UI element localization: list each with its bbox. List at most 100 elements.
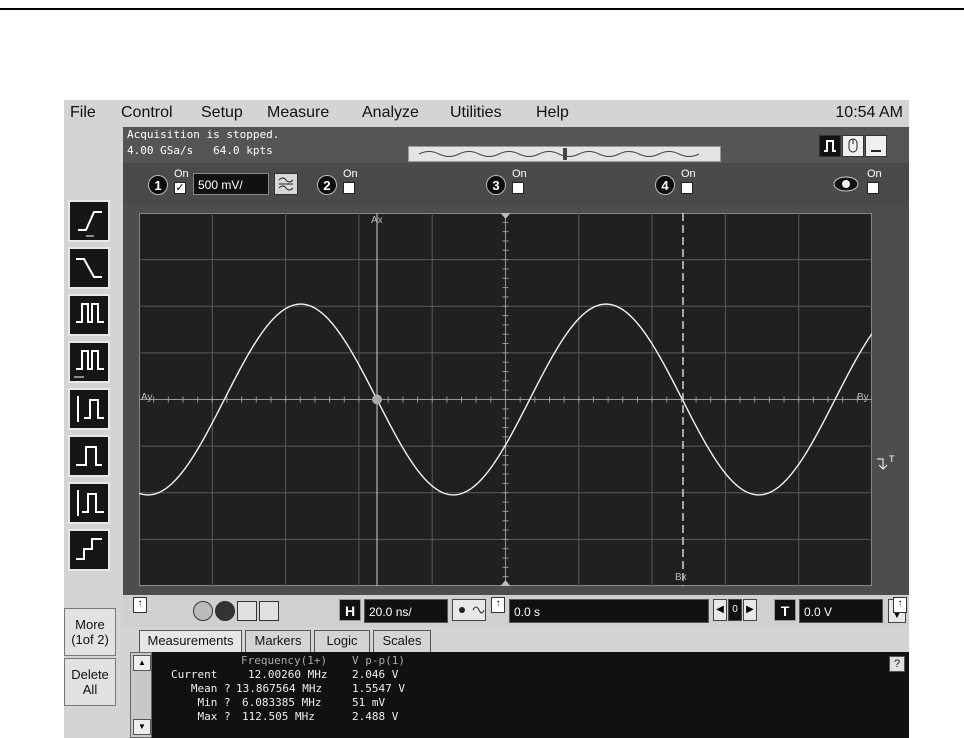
runt-trigger-button[interactable] bbox=[68, 435, 110, 477]
vpp-value: 1.5547 V bbox=[352, 682, 405, 695]
marker-ay-label: Ay bbox=[141, 392, 153, 403]
channel-1-badge[interactable]: 1 bbox=[148, 175, 168, 195]
row-label: Mean ? bbox=[171, 682, 231, 695]
sample-rate: 4.00 GSa/s 64.0 kpts bbox=[127, 144, 273, 157]
math-channel-on-label: On bbox=[867, 168, 882, 180]
menu-setup[interactable]: Setup bbox=[201, 104, 243, 122]
setup-hold-trigger-button[interactable] bbox=[68, 388, 110, 430]
glitch-icon bbox=[76, 303, 104, 323]
menu-utilities[interactable]: Utilities bbox=[450, 104, 502, 122]
menu-measure[interactable]: Measure bbox=[267, 104, 329, 122]
row-label: Min ? bbox=[171, 696, 231, 709]
tab-logic[interactable]: Logic bbox=[314, 630, 370, 652]
acquisition-state: Acquisition is stopped. bbox=[127, 128, 280, 141]
run-mode-icon bbox=[824, 140, 836, 152]
math-channel-checkbox[interactable] bbox=[867, 182, 879, 194]
trigger-position-bottom-marker bbox=[500, 580, 511, 586]
waveform-display[interactable]: Ax Ay Bx By bbox=[138, 212, 873, 587]
tab-markers[interactable]: Markers bbox=[245, 630, 311, 652]
mouse-icon bbox=[848, 138, 858, 153]
vpp-value: 2.046 V bbox=[352, 668, 399, 681]
timeout-icon bbox=[77, 490, 104, 516]
transition-trigger-button[interactable] bbox=[68, 529, 110, 571]
menu-file[interactable]: File bbox=[70, 104, 96, 122]
sine-adjust-icon bbox=[459, 606, 485, 614]
marker-ax-label: Ax bbox=[371, 215, 383, 226]
frequency-value: 12.00260 MHz bbox=[248, 668, 328, 681]
mouse-mode-button[interactable] bbox=[842, 135, 864, 157]
minimize-icon bbox=[871, 150, 881, 152]
marker-bx-label: Bx bbox=[675, 572, 687, 583]
glitch-trigger-button[interactable] bbox=[68, 294, 110, 336]
channel-2-badge[interactable]: 2 bbox=[317, 175, 337, 195]
print-icon[interactable] bbox=[259, 601, 279, 621]
rising-edge-icon bbox=[78, 211, 102, 237]
scroll-up-mid-icon[interactable]: ↑ bbox=[491, 597, 505, 613]
marker-a-point bbox=[372, 394, 382, 405]
minimize-button[interactable] bbox=[865, 135, 887, 157]
trigger-toolbar: More (1of 2) Delete All bbox=[64, 127, 123, 738]
scroll-down-arrow[interactable]: ▼ bbox=[133, 719, 151, 735]
help-button[interactable]: ? bbox=[889, 656, 905, 672]
horizontal-controls: ↑ H 20.0 ns/ ↑ 0.0 s ◀ 0 ▶ T 0.0 V ▲▼ bbox=[123, 595, 909, 627]
timeout-trigger-button[interactable] bbox=[68, 482, 110, 524]
scroll-up-left-icon[interactable]: ↑ bbox=[133, 597, 147, 613]
stop-indicator-icon[interactable] bbox=[215, 601, 235, 621]
pulse-width-trigger-button[interactable] bbox=[68, 341, 110, 383]
edge-falling-trigger-button[interactable] bbox=[68, 247, 110, 289]
oscilloscope-app: File Control Setup Measure Analyze Utili… bbox=[64, 100, 909, 738]
timebase-field[interactable]: 20.0 ns/ bbox=[364, 599, 448, 623]
channel-1-on-label: On bbox=[174, 168, 189, 180]
horizontal-icon[interactable]: H bbox=[339, 599, 361, 621]
vpp-value: 2.488 V bbox=[352, 710, 399, 723]
run-mode-button[interactable] bbox=[819, 135, 841, 157]
delay-center-button[interactable]: 0 bbox=[728, 599, 742, 621]
run-indicator-icon[interactable] bbox=[193, 601, 213, 621]
trigger-position-top-marker bbox=[500, 213, 511, 219]
frequency-value: 6.083385 MHz bbox=[242, 696, 322, 709]
menu-control[interactable]: Control bbox=[121, 104, 173, 122]
pulse-width-icon bbox=[74, 350, 104, 378]
marker-by-label: By bbox=[857, 392, 869, 403]
row-label: Current bbox=[171, 668, 231, 681]
measurements-scrollbar[interactable]: ▲ ▼ bbox=[130, 652, 152, 738]
channel-1-scale[interactable]: 500 mV/ bbox=[193, 173, 269, 195]
vpp-value: 51 mV bbox=[352, 696, 386, 709]
measurements-panel: Frequency(1+) V p-p(1) Current 12.00260 … bbox=[130, 652, 909, 738]
frequency-value: 13.867564 MHz bbox=[236, 682, 323, 695]
delay-field[interactable]: 0.0 s bbox=[509, 599, 709, 623]
delete-all-button[interactable]: Delete All bbox=[64, 658, 116, 706]
timebase-adjust-button[interactable] bbox=[452, 599, 486, 621]
channel-1-coupling-button[interactable] bbox=[274, 173, 298, 195]
edge-rising-trigger-button[interactable] bbox=[68, 200, 110, 242]
trigger-level-marker-icon: T bbox=[873, 453, 903, 473]
falling-edge-icon bbox=[76, 258, 102, 278]
frequency-value: 112.505 MHz bbox=[242, 710, 315, 723]
single-acquire-icon[interactable] bbox=[237, 601, 257, 621]
svg-text:T: T bbox=[889, 454, 895, 464]
channel-3-badge[interactable]: 3 bbox=[486, 175, 506, 195]
more-button[interactable]: More (1of 2) bbox=[64, 608, 116, 656]
channel-2-on-label: On bbox=[343, 168, 358, 180]
scroll-up-arrow[interactable]: ▲ bbox=[133, 655, 151, 671]
trigger-icon[interactable]: T bbox=[774, 599, 796, 621]
delay-left-arrow[interactable]: ◀ bbox=[713, 599, 727, 621]
tab-scales[interactable]: Scales bbox=[373, 630, 431, 652]
channel-3-on-label: On bbox=[512, 168, 527, 180]
delay-right-arrow[interactable]: ▶ bbox=[743, 599, 757, 621]
channel-2-checkbox[interactable] bbox=[343, 182, 355, 194]
channel-3-checkbox[interactable] bbox=[512, 182, 524, 194]
transition-icon bbox=[76, 538, 102, 560]
tab-measurements[interactable]: Measurements bbox=[139, 630, 242, 652]
channel-4-checkbox[interactable] bbox=[681, 182, 693, 194]
channel-4-badge[interactable]: 4 bbox=[655, 175, 675, 195]
trigger-level-field[interactable]: 0.0 V bbox=[799, 599, 883, 623]
vpp-header: V p-p(1) bbox=[352, 654, 405, 667]
channel-1-checkbox[interactable]: ✓ bbox=[174, 182, 186, 194]
menu-analyze[interactable]: Analyze bbox=[362, 104, 419, 122]
scroll-up-right-icon[interactable]: ↑ bbox=[893, 597, 907, 613]
waveform-overview-scrollbar[interactable] bbox=[408, 146, 721, 162]
menu-help[interactable]: Help bbox=[536, 104, 569, 122]
menubar: File Control Setup Measure Analyze Utili… bbox=[64, 100, 909, 126]
math-channel-eye-icon[interactable] bbox=[833, 176, 859, 192]
